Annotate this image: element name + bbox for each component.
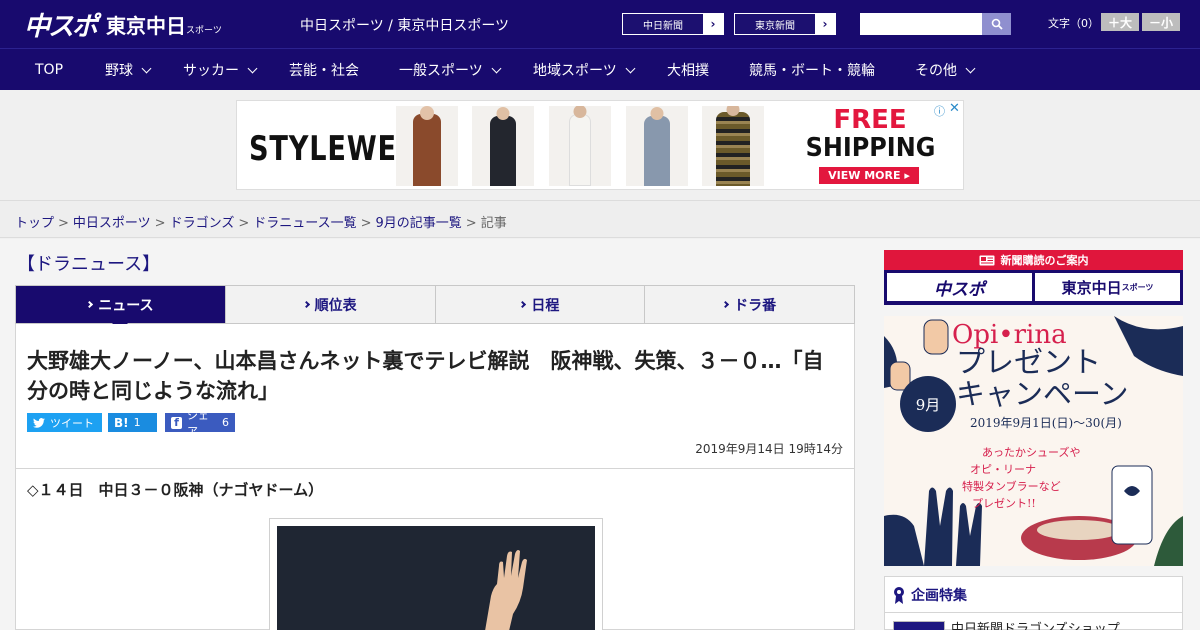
article-photo[interactable] [277,526,595,630]
newspaper-icon [979,255,994,265]
breadcrumb-dragons[interactable]: ドラゴンズ [170,216,235,231]
chevron-right-icon: › [703,14,723,34]
nav-top[interactable]: TOP [35,49,63,91]
chevron-down-icon [965,63,976,73]
article-date: 2019年9月14日 19時14分 [695,442,843,456]
chevron-right-icon [302,300,310,309]
chevron-down-icon [491,63,502,73]
close-icon[interactable]: ✕ [949,101,960,116]
article-photo-frame [269,518,603,630]
chevron-down-icon [247,63,258,73]
search-icon [991,18,1003,30]
facebook-share-button[interactable]: f シェア 6 [165,409,235,438]
hatena-icon: B! [114,415,129,430]
promo-dates: 2019年9月1日(日)〜30(月) [970,416,1122,430]
chunichi-shimbun-link[interactable]: 中日新聞 › [622,13,724,35]
ad-headline-shipping: SHIPPING [805,133,936,163]
tab-schedule[interactable]: 日程 [436,286,646,323]
tweet-button[interactable]: ツイート [27,413,102,432]
pitcher-raised-hand-image [277,526,595,630]
chevron-right-icon: › [815,14,835,34]
hatena-count: 1 [133,416,141,429]
ad-brand: STYLEWE [249,129,397,169]
divider [16,468,854,469]
promo-title: プレゼント キャンペーン [956,345,1129,411]
chevron-right-icon [86,300,94,309]
nav-general-sports[interactable]: 一般スポーツ [399,49,502,91]
nav-entertainment[interactable]: 芸能・社会 [289,49,359,91]
font-size-label: 文字（0） [1048,17,1099,30]
nav-baseball[interactable]: 野球 [105,49,152,91]
hatena-bookmark-button[interactable]: B! 1 [108,413,157,432]
subscription-chuspo-logo[interactable]: 中スポ [887,273,1032,301]
chevron-down-icon [625,63,636,73]
facebook-icon: f [171,416,182,429]
main-nav: TOP 野球 サッカー 芸能・社会 一般スポーツ 地域スポーツ 大相撲 競馬・ボ… [0,48,1200,90]
logo-tokyo-chunichi: 東京中日スポーツ [106,13,222,38]
ad-product-image [549,106,611,186]
article-lede: ◇１４日 中日３－０阪神（ナゴヤドーム） [27,481,324,499]
nav-local-sports[interactable]: 地域スポーツ [533,49,636,91]
search-button[interactable] [982,13,1011,35]
tokyo-shimbun-link[interactable]: 東京新聞 › [734,13,836,35]
ribbon-icon [894,586,904,604]
feature-box: 企画特集 中日新聞ドラゴンズショップ [884,576,1183,630]
ad-product-image [472,106,534,186]
facebook-count: 6 [222,416,229,429]
twitter-bird-icon [33,417,45,428]
tab-dora-ban[interactable]: ドラ番 [645,286,854,323]
article-headline: 大野雄大ノーノー、山本昌さんネット裏でテレビ解説 阪神戦、失策、３－０…「自分の… [27,349,824,403]
breadcrumb-dora-news-list[interactable]: ドラニュース一覧 [253,216,356,231]
subscription-header: 新聞購読のご案内 [884,250,1183,270]
breadcrumb-top[interactable]: トップ [15,216,54,231]
logo-chuspo: 中スポ [24,11,98,42]
breadcrumb-current: 記事 [480,216,507,231]
section-title: 【ドラニュース】 [17,254,161,275]
subscription-tokyo-chunichi-logo[interactable]: 東京中日 スポーツ [1035,273,1180,301]
nav-racing[interactable]: 競馬・ボート・競輪 [749,49,875,91]
breadcrumb-september-list[interactable]: 9月の記事一覧 [376,216,462,231]
font-size-down-button[interactable]: －小 [1142,13,1180,31]
breadcrumb-bar: トップ > 中日スポーツ > ドラゴンズ > ドラニュース一覧 >9月の記事一覧 > 記事 [0,200,1200,238]
breadcrumb: トップ > 中日スポーツ > ドラゴンズ > ドラニュース一覧 >9月の記事一覧 > 記事 [15,216,507,231]
ad-product-image [626,106,688,186]
tab-standings[interactable]: 順位表 [226,286,436,323]
news-tabs: ニュース 順位表 日程 ドラ番 [15,285,855,331]
search-input[interactable] [860,13,982,35]
promo-month-badge: 9月 [900,376,956,432]
promo-copy: あったかシューズや オピ・リーナ 特製タンブラーなど プレゼント!! [962,446,1081,510]
feature-item-link[interactable]: 中日新聞ドラゴンズショップ [951,618,1120,630]
promo-banner[interactable]: Opi•rina プレゼント キャンペーン 9月 2019年9月1日(日)〜30… [884,316,1183,566]
article: 大野雄大ノーノー、山本昌さんネット裏でテレビ解説 阪神戦、失策、３－０…「自分の… [15,324,855,630]
chevron-down-icon [141,63,152,73]
nav-other[interactable]: その他 [915,49,976,91]
tab-news[interactable]: ニュース [16,286,226,331]
ad-product-image [702,106,764,186]
site-name: 中日スポーツ / 東京中日スポーツ [300,18,510,34]
nav-soccer[interactable]: サッカー [183,49,258,91]
feature-thumbnail[interactable] [893,621,945,630]
feature-header: 企画特集 [885,577,1182,613]
site-logo[interactable]: 中スポ 東京中日スポーツ [24,9,222,42]
chevron-right-icon [722,300,730,309]
banner-ad[interactable]: STYLEWE FREE SHIPPING VIEW MORE ▸ ⓘ ✕ [236,100,964,190]
ad-headline-free: FREE [833,105,907,135]
nav-sumo[interactable]: 大相撲 [667,49,709,91]
subscription-banner[interactable]: 新聞購読のご案内 中スポ 東京中日 スポーツ [884,250,1183,305]
font-size-up-button[interactable]: ＋大 [1101,13,1139,31]
header-bar: 中スポ 東京中日スポーツ 中日スポーツ / 東京中日スポーツ 中日新聞 › 東京… [0,0,1200,48]
ad-product-image [396,106,458,186]
chevron-right-icon [519,300,527,309]
ad-view-more-button[interactable]: VIEW MORE ▸ [819,167,919,184]
breadcrumb-chunichi-sports[interactable]: 中日スポーツ [73,216,151,231]
info-icon[interactable]: ⓘ [934,103,945,119]
